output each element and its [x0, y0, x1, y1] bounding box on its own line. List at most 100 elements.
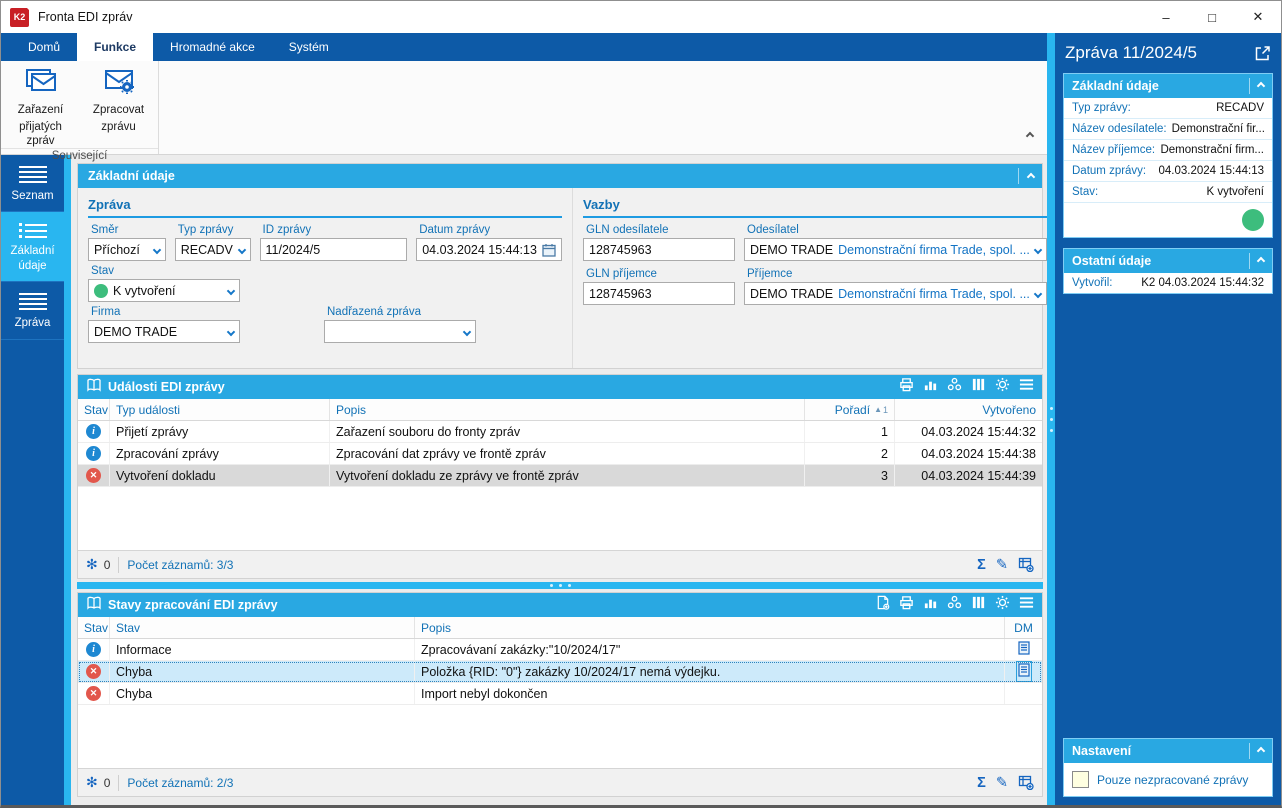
column-header-sorted[interactable]: Pořadí ▲ 1	[805, 399, 895, 420]
column-header[interactable]: DM	[1005, 617, 1042, 638]
table-add-icon[interactable]	[1018, 775, 1034, 790]
titlebar: K2 Fronta EDI zpráv – □ ✕	[1, 1, 1281, 33]
chevron-down-icon[interactable]	[1030, 245, 1043, 254]
gear-icon[interactable]	[995, 377, 1010, 397]
gln-prijemce-input[interactable]: 128745963	[583, 282, 735, 305]
odesilatel-combobox[interactable]: DEMO TRADE Demonstrační firma Trade, spo…	[744, 238, 1047, 261]
chevron-down-icon[interactable]	[459, 327, 472, 336]
menu-icon[interactable]	[1019, 596, 1034, 614]
sidebar-item-zakladni-udaje[interactable]: Základní údaje	[1, 212, 64, 283]
minimize-button[interactable]: –	[1143, 1, 1189, 33]
new-document-icon[interactable]	[876, 595, 890, 615]
print-icon[interactable]	[899, 595, 914, 615]
collapse-card-button[interactable]	[1249, 253, 1266, 269]
section-title-zprava: Zpráva	[88, 195, 562, 218]
smer-combobox[interactable]: Příchozí	[88, 238, 166, 261]
chart-icon[interactable]	[923, 377, 938, 397]
table-row[interactable]: i Informace Zpracovávaní zakázky:"10/202…	[78, 639, 1042, 661]
table-row[interactable]: i Zpracování zprávy Zpracování dat zpráv…	[78, 443, 1042, 465]
zarazeni-prijatych-zprav-button[interactable]: Zařazení přijatých zpráv	[4, 66, 78, 148]
stav-combobox[interactable]: K vytvoření	[88, 279, 240, 302]
chevron-down-icon[interactable]	[1030, 289, 1043, 298]
ribbon-group-label: Související	[1, 148, 158, 165]
menu-icon[interactable]	[1019, 378, 1034, 396]
column-header[interactable]: Vytvořeno	[895, 399, 1042, 420]
sort-asc-icon: ▲	[874, 405, 882, 414]
datum-zpravy-input[interactable]: 04.03.2024 15:44:13	[416, 238, 562, 261]
tab-domu[interactable]: Domů	[11, 33, 77, 61]
horizontal-splitter[interactable]	[77, 582, 1043, 589]
sidebar-item-label: Zpráva	[14, 317, 51, 330]
mail-stack-icon	[24, 66, 58, 101]
auto-refresh-icon[interactable]: ✻	[86, 774, 98, 791]
table-row-selected[interactable]: ✕ Vytvoření dokladu Vytvoření dokladu ze…	[78, 465, 1042, 487]
ribbon-button-label: Zařazení	[17, 104, 64, 116]
edit-icon[interactable]: ✎	[996, 557, 1008, 573]
preview-title: Zpráva 11/2024/5	[1065, 43, 1197, 62]
unprocessed-only-checkbox[interactable]	[1072, 771, 1089, 788]
partner-link[interactable]: Demonstrační firma Trade, spol. ...	[838, 243, 1030, 257]
chevron-down-icon[interactable]	[149, 245, 161, 254]
gear-icon[interactable]	[995, 595, 1010, 615]
calendar-icon[interactable]	[537, 243, 556, 257]
tab-funkce[interactable]: Funkce	[77, 33, 154, 61]
close-button[interactable]: ✕	[1235, 1, 1281, 33]
preview-row: Název odesílatele: Demonstrační fir...	[1064, 119, 1272, 140]
table-empty-area	[78, 487, 1042, 550]
table-row-selected[interactable]: ✕ Chyba Položka {RID: "0"} zakázky 10/20…	[78, 661, 1042, 683]
firma-combobox[interactable]: DEMO TRADE	[88, 320, 240, 343]
maximize-button[interactable]: □	[1189, 1, 1235, 33]
table-row[interactable]: ✕ Chyba Import nebyl dokončen	[78, 683, 1042, 705]
auto-refresh-icon[interactable]: ✻	[86, 556, 98, 573]
chevron-down-icon[interactable]	[223, 286, 236, 295]
table-add-icon[interactable]	[1018, 557, 1034, 572]
table-row[interactable]: i Přijetí zprávy Zařazení souboru do fro…	[78, 421, 1042, 443]
column-header[interactable]: Popis	[415, 617, 1005, 638]
chevron-down-icon[interactable]	[234, 245, 246, 254]
prijemce-combobox[interactable]: DEMO TRADE Demonstrační firma Trade, spo…	[744, 282, 1047, 305]
ribbon-tabband: Domů Funkce Hromadné akce Systém	[1, 33, 1047, 61]
related-clover-icon[interactable]	[947, 377, 962, 397]
columns-icon[interactable]	[971, 377, 986, 397]
vertical-splitter[interactable]	[1047, 33, 1055, 805]
edit-icon[interactable]: ✎	[996, 775, 1008, 791]
detail-list-icon	[3, 223, 62, 239]
field-label: ID zprávy	[262, 224, 312, 236]
gln-odesilatele-input[interactable]: 128745963	[583, 238, 735, 261]
id-zpravy-input[interactable]: 11/2024/5	[259, 238, 408, 261]
tab-hromadne-akce[interactable]: Hromadné akce	[153, 33, 272, 61]
info-icon: i	[86, 642, 101, 657]
ribbon: Zařazení přijatých zpráv Zpracovat zpráv…	[1, 61, 1047, 162]
typ-zpravy-combobox[interactable]: RECADV	[174, 238, 251, 261]
column-header[interactable]: Stav	[110, 617, 415, 638]
column-header[interactable]: Stav	[78, 617, 110, 638]
chart-icon[interactable]	[923, 595, 938, 615]
collapse-card-button[interactable]	[1249, 78, 1266, 94]
list-icon	[3, 166, 62, 183]
ribbon-collapse-button[interactable]	[1025, 126, 1035, 144]
zpracovat-zpravu-button[interactable]: Zpracovat zprávu	[82, 66, 156, 148]
sum-icon[interactable]: Σ	[977, 775, 986, 791]
list-icon	[3, 293, 62, 311]
sidebar-item-zprava[interactable]: Zpráva	[1, 282, 64, 340]
ribbon-button-label: zprávu	[101, 120, 136, 133]
open-external-icon[interactable]	[1254, 45, 1271, 62]
chevron-down-icon[interactable]	[223, 327, 236, 336]
nadrazena-zprava-combobox[interactable]	[324, 320, 476, 343]
column-header[interactable]: Popis	[330, 399, 805, 420]
column-header[interactable]: Stav	[78, 399, 110, 420]
document-icon[interactable]	[1017, 641, 1030, 658]
print-icon[interactable]	[899, 377, 914, 397]
partner-link[interactable]: Demonstrační firma Trade, spol. ...	[838, 287, 1030, 301]
column-header[interactable]: Typ události	[110, 399, 330, 420]
status-green-icon	[94, 283, 108, 298]
tab-system[interactable]: Systém	[272, 33, 346, 61]
columns-icon[interactable]	[971, 595, 986, 615]
record-count: Počet záznamů: 3/3	[127, 557, 234, 572]
basic-data-panel: Základní údaje Zpráva Směr Příchozí Typ …	[77, 163, 1047, 369]
related-clover-icon[interactable]	[947, 595, 962, 615]
collapse-card-button[interactable]	[1249, 743, 1266, 759]
document-icon[interactable]	[1015, 661, 1032, 682]
collapse-panel-icon[interactable]	[1026, 167, 1036, 185]
sum-icon[interactable]: Σ	[977, 557, 986, 573]
